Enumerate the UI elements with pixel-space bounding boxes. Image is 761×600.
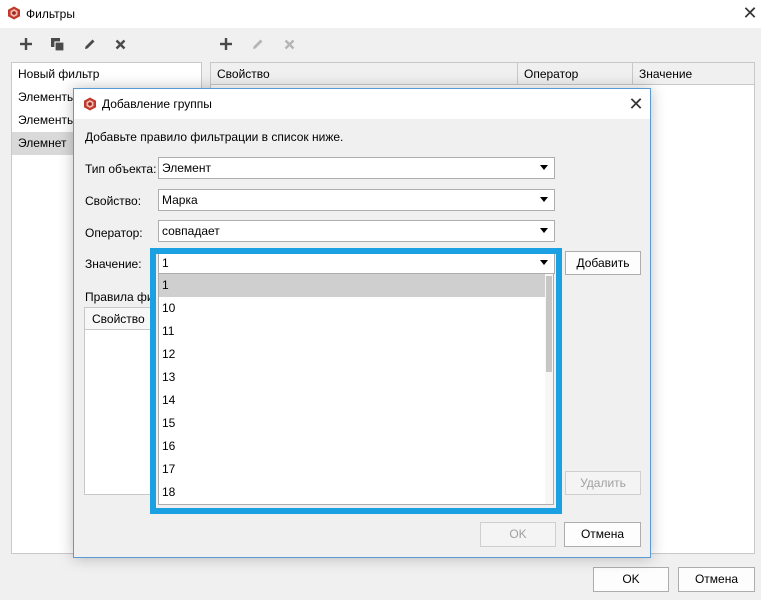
object-type-value: Элемент	[162, 161, 211, 175]
column-header-property[interactable]: Свойство	[211, 63, 518, 85]
operator-select[interactable]: совпадает	[158, 220, 555, 242]
dialog-cancel-button[interactable]: Отмена	[564, 522, 641, 547]
dialog-instruction: Добавьте правило фильтрации в список ниж…	[85, 130, 344, 144]
dropdown-option[interactable]: 18	[159, 481, 545, 504]
column-header-value[interactable]: Значение	[633, 63, 754, 85]
edit-icon[interactable]	[81, 35, 99, 53]
dialog-rules-list[interactable]: Свойство	[84, 307, 152, 495]
operator-label: Оператор:	[85, 226, 143, 240]
cancel-button[interactable]: Отмена	[678, 567, 755, 592]
property-select[interactable]: Марка	[158, 189, 555, 211]
value-current: 1	[162, 256, 169, 270]
object-type-select[interactable]: Элемент	[158, 157, 555, 179]
dialog-titlebar: Добавление группы ✕	[74, 89, 650, 119]
dropdown-option[interactable]: 13	[159, 366, 545, 389]
dropdown-option[interactable]: 11	[159, 320, 545, 343]
value-select[interactable]: 1	[158, 252, 555, 274]
filter-item[interactable]: Новый фильтр	[12, 63, 201, 86]
column-header-property[interactable]: Свойство	[85, 308, 151, 330]
rules-label: Правила фи	[85, 290, 154, 304]
window-title: Фильтры	[26, 7, 75, 21]
app-logo-icon	[83, 97, 97, 111]
dropdown-option-highlighted[interactable]: 1	[159, 274, 545, 297]
dropdown-option[interactable]: 14	[159, 389, 545, 412]
add-rule-button[interactable]: Добавить	[565, 251, 641, 275]
value-label: Значение:	[85, 257, 142, 271]
property-value: Марка	[162, 193, 198, 207]
edit-icon	[249, 35, 267, 53]
operator-value: совпадает	[162, 224, 220, 238]
dropdown-option[interactable]: 17	[159, 458, 545, 481]
dialog-ok-button[interactable]: OK	[480, 522, 556, 547]
app-logo-icon	[7, 6, 21, 20]
close-icon[interactable]: ✕	[626, 93, 646, 115]
window-titlebar: Фильтры ✕	[0, 0, 761, 28]
close-icon[interactable]: ✕	[740, 2, 760, 24]
add-icon[interactable]	[17, 35, 35, 53]
chevron-down-icon	[540, 260, 548, 265]
dropdown-scroll-thumb[interactable]	[546, 276, 552, 372]
chevron-down-icon	[540, 165, 548, 170]
delete-icon[interactable]	[111, 35, 129, 53]
dialog-title: Добавление группы	[102, 97, 212, 111]
dropdown-option[interactable]: 16	[159, 435, 545, 458]
remove-rule-button[interactable]: Удалить	[565, 471, 641, 495]
column-header-operator[interactable]: Оператор	[518, 63, 633, 85]
copy-icon[interactable]	[48, 35, 66, 53]
chevron-down-icon	[540, 197, 548, 202]
object-type-label: Тип объекта:	[85, 162, 157, 176]
delete-icon	[280, 35, 298, 53]
dropdown-option[interactable]: 10	[159, 297, 545, 320]
dropdown-option[interactable]: 12	[159, 343, 545, 366]
add-icon[interactable]	[217, 35, 235, 53]
ok-button[interactable]: OK	[593, 567, 669, 592]
chevron-down-icon	[540, 228, 548, 233]
dropdown-option[interactable]: 15	[159, 412, 545, 435]
property-label: Свойство:	[85, 194, 142, 208]
value-dropdown-list[interactable]: 1 10 11 12 13 14 15 16 17 18	[158, 273, 554, 505]
